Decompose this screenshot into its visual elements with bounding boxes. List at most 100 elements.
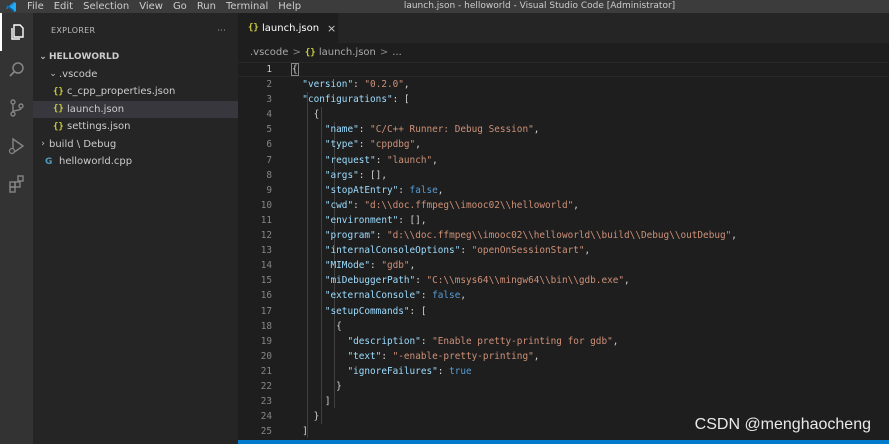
tree-item-vscode[interactable]: ⌄ .vscode [33, 66, 238, 84]
breadcrumb-separator: > [379, 47, 389, 58]
run-debug-button[interactable] [0, 127, 33, 165]
menu-run[interactable]: Run [192, 0, 221, 13]
menu-help[interactable]: Help [273, 0, 306, 13]
code-editor[interactable]: 1 2 3 4 5 6 7 8 9 10 11 12 13 14 15 16 17 18 19 20 21 22 23 24 2… [238, 62, 889, 444]
close-icon[interactable]: × [327, 22, 336, 35]
code-token: : [ [409, 305, 427, 317]
more-actions-icon[interactable]: ··· [217, 26, 226, 35]
code-token: : [], [398, 214, 427, 226]
editor-tabs: {} launch.json × [238, 13, 889, 43]
line-number: 22 [260, 380, 272, 392]
json-file-icon: {} [304, 47, 316, 58]
code-line: "text": "-enable-pretty-printing", [291, 349, 889, 364]
code-line: "environment": [], [291, 213, 889, 228]
line-number: 10 [260, 199, 272, 211]
code-token: , [533, 124, 540, 136]
breadcrumb-item[interactable]: .vscode [250, 47, 288, 58]
code-token: , [415, 139, 421, 151]
code-token: , [437, 184, 444, 196]
line-number: 21 [260, 365, 272, 377]
tree-item-settings-json[interactable]: {} settings.json [33, 118, 238, 136]
tree-item-c-cpp-properties[interactable]: {} c_cpp_properties.json [33, 83, 238, 101]
code-token: ] [291, 396, 331, 408]
line-number: 8 [266, 169, 272, 181]
line-number: 17 [260, 305, 272, 317]
explorer-header: EXPLORER ··· [33, 13, 238, 48]
code-token: , [612, 335, 619, 347]
files-icon [10, 24, 24, 40]
code-token: } [291, 411, 320, 423]
tab-label: launch.json [262, 22, 320, 34]
menu-view[interactable]: View [134, 0, 168, 13]
code-token: , [403, 79, 410, 91]
menu-file[interactable]: File [22, 0, 49, 13]
code-token: , [409, 260, 416, 272]
folder-helloworld[interactable]: ⌄ HELLOWORLD [33, 48, 238, 66]
code-token: : [420, 290, 433, 302]
tree-item-label: settings.json [67, 121, 131, 133]
code-line: "cwd": "d:\\doc.ffmpeg\\imooc02\\hellowo… [291, 198, 889, 213]
breadcrumb-item[interactable]: launch.json [319, 47, 376, 58]
code-token: false [432, 290, 461, 302]
code-token: "C:\\msys64\\mingw64\\bin\\gdb.exe" [426, 275, 625, 287]
tree-item-launch-json[interactable]: {} launch.json [33, 100, 238, 118]
menu-selection[interactable]: Selection [78, 0, 134, 13]
explorer-button[interactable] [0, 13, 33, 51]
line-number: 6 [266, 139, 272, 151]
line-number: 7 [266, 154, 272, 166]
tree-item-label: helloworld.cpp [59, 156, 133, 168]
extensions-button[interactable] [0, 165, 33, 203]
line-number: 25 [260, 426, 272, 438]
code-content[interactable]: { "version": "0.2.0", "configurations": … [291, 62, 889, 439]
code-token: "version" [302, 79, 354, 91]
code-token: "description" [347, 335, 421, 347]
code-line: { [291, 319, 889, 334]
code-token: , [533, 350, 540, 362]
line-number: 9 [266, 184, 272, 196]
code-token: , [573, 199, 579, 211]
code-line: "miDebuggerPath": "C:\\msys64\\mingw64\\… [291, 273, 889, 288]
code-line: "stopAtEntry": false, [291, 183, 889, 198]
tree-item-build-debug[interactable]: › build \ Debug [33, 136, 238, 154]
line-number: 16 [260, 290, 272, 302]
code-line: { [291, 107, 889, 122]
code-line: ] [291, 394, 889, 409]
code-token: "d:\\doc.ffmpeg\\imooc02\\helloworld\\bu… [386, 230, 732, 242]
search-button[interactable] [0, 51, 33, 89]
line-number: 19 [260, 335, 272, 347]
code-token: "request" [324, 154, 376, 166]
tab-launch-json[interactable]: {} launch.json × [238, 13, 338, 43]
menu-edit[interactable]: Edit [49, 0, 78, 13]
breadcrumb-item[interactable]: ... [392, 47, 402, 58]
tree-item-helloworld-cpp[interactable]: G helloworld.cpp [33, 153, 238, 171]
title-bar: File Edit Selection View Go Run Terminal… [0, 0, 889, 13]
json-file-icon: {} [53, 104, 64, 115]
line-number: 24 [260, 411, 272, 423]
code-token: "program" [324, 230, 376, 242]
code-token: "type" [324, 139, 359, 151]
code-token: "ignoreFailures" [347, 365, 438, 377]
menu-terminal[interactable]: Terminal [221, 0, 273, 13]
activity-bar [0, 13, 33, 444]
line-number: 20 [260, 350, 272, 362]
source-control-button[interactable] [0, 89, 33, 127]
json-file-icon: {} [53, 86, 64, 97]
code-token: false [409, 184, 438, 196]
line-number: 1 [266, 64, 272, 75]
code-token: : [381, 350, 393, 362]
menu-go[interactable]: Go [168, 0, 192, 13]
code-token: "stopAtEntry" [324, 184, 399, 196]
code-token: : [375, 230, 387, 242]
folder-label: HELLOWORLD [49, 51, 120, 62]
tree-item-label: launch.json [67, 103, 125, 115]
code-token: , [432, 154, 438, 166]
code-token: "internalConsoleOptions" [324, 245, 461, 257]
